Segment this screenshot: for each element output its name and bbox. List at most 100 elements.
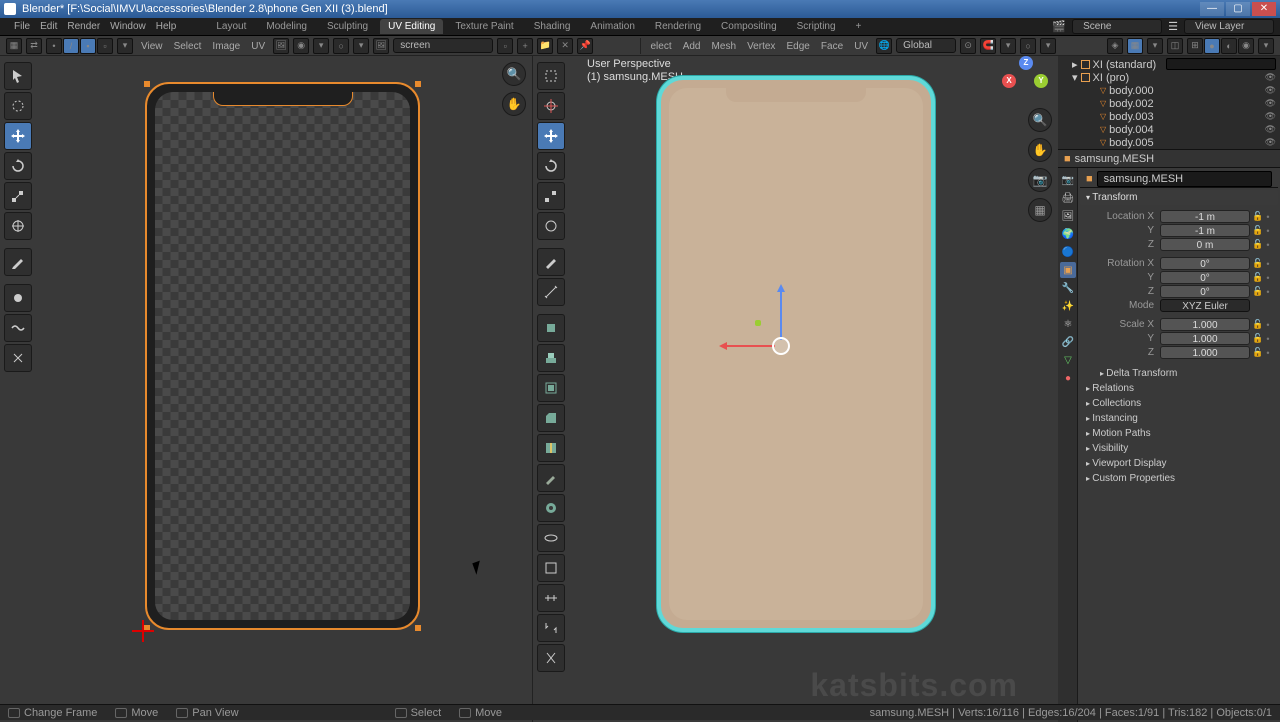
tool-move[interactable] [4, 122, 32, 150]
animate-dot-icon[interactable]: • [1264, 334, 1272, 344]
prop-edit-icon[interactable]: ○ [1020, 38, 1036, 54]
uv-vert-select-icon[interactable]: • [46, 38, 62, 54]
v3d-menu-uv[interactable]: UV [854, 41, 868, 52]
menu-window[interactable]: Window [110, 21, 146, 32]
subpanel-collections[interactable]: Collections [1080, 396, 1278, 411]
ptab-modifier-icon[interactable]: 🔧 [1060, 280, 1076, 296]
uv-edge-select-icon[interactable]: / [63, 38, 79, 54]
tool-relax[interactable] [4, 314, 32, 342]
tab-scripting[interactable]: Scripting [789, 19, 844, 34]
tool-annotate-3d[interactable] [537, 248, 565, 276]
tab-shading[interactable]: Shading [526, 19, 579, 34]
orientation-icon[interactable]: 🌐 [876, 38, 892, 54]
camera-view-icon[interactable]: 📷 [1028, 168, 1052, 192]
ptab-object-icon[interactable]: ▣ [1060, 262, 1076, 278]
tool-knife[interactable] [537, 464, 565, 492]
subpanel-delta-transform[interactable]: Delta Transform [1080, 366, 1278, 381]
lock-icon[interactable]: 🔓 [1252, 347, 1262, 358]
tab-sculpting[interactable]: Sculpting [319, 19, 376, 34]
subpanel-motion-paths[interactable]: Motion Paths [1080, 426, 1278, 441]
object-name-field[interactable]: samsung.MESH [1097, 171, 1272, 187]
field-rot-y[interactable]: 0° [1160, 271, 1250, 284]
lock-icon[interactable]: 🔓 [1252, 211, 1262, 222]
uv-face-select-icon[interactable]: ▪ [80, 38, 96, 54]
tool-rotate-3d[interactable] [537, 152, 565, 180]
overlay-toggle-icon[interactable]: ▦ [1127, 38, 1143, 54]
shading-wire-icon[interactable]: ⊞ [1187, 38, 1203, 54]
field-scale-x[interactable]: 1.000 [1160, 318, 1250, 331]
tool-cursor[interactable] [4, 62, 32, 90]
image-link-icon[interactable]: 🖼 [373, 38, 389, 54]
scene-name-field[interactable]: Scene [1072, 19, 1162, 34]
field-rot-z[interactable]: 0° [1160, 285, 1250, 298]
tool-select-circle[interactable] [4, 92, 32, 120]
lock-icon[interactable]: 🔓 [1252, 286, 1262, 297]
uv-pan-icon[interactable]: ✋ [502, 92, 526, 116]
tool-measure[interactable] [537, 278, 565, 306]
animate-dot-icon[interactable]: • [1264, 320, 1272, 330]
image-users-icon[interactable]: ▫ [497, 38, 513, 54]
outliner-item-mesh[interactable]: ▽body.000👁 [1062, 84, 1276, 97]
orientation-field[interactable]: Global [896, 38, 956, 53]
panel-header-transform[interactable]: Transform [1080, 190, 1278, 205]
menu-render[interactable]: Render [67, 21, 100, 32]
image-pin-icon[interactable]: 📌 [577, 38, 593, 54]
menu-help[interactable]: Help [156, 21, 177, 32]
subpanel-viewport-display[interactable]: Viewport Display [1080, 456, 1278, 471]
animate-dot-icon[interactable]: • [1264, 348, 1272, 358]
gizmo-vis-icon[interactable]: ◈ [1107, 38, 1123, 54]
ptab-output-icon[interactable]: 🖨 [1060, 190, 1076, 206]
tab-texture-paint[interactable]: Texture Paint [447, 19, 521, 34]
editor-type-uv-icon[interactable]: ▦ [6, 38, 22, 54]
tool-rotate[interactable] [4, 152, 32, 180]
field-scale-y[interactable]: 1.000 [1160, 332, 1250, 345]
tool-smooth[interactable] [537, 554, 565, 582]
visibility-toggle-icon[interactable]: 👁 [1265, 85, 1276, 96]
tab-add[interactable]: + [848, 19, 870, 34]
nav-gizmo[interactable]: Z Y X [1006, 58, 1046, 98]
menu-edit[interactable]: Edit [40, 21, 57, 32]
v3d-menu-add[interactable]: Add [683, 41, 701, 52]
persp-ortho-icon[interactable]: ▦ [1028, 198, 1052, 222]
xray-icon[interactable]: ◫ [1167, 38, 1183, 54]
gizmo-center[interactable] [772, 337, 790, 355]
subpanel-instancing[interactable]: Instancing [1080, 411, 1278, 426]
subpanel-custom-properties[interactable]: Custom Properties [1080, 471, 1278, 486]
zoom-icon[interactable]: 🔍 [1028, 108, 1052, 132]
animate-dot-icon[interactable]: • [1264, 287, 1272, 297]
image-name-field[interactable]: screen [393, 38, 493, 53]
gizmo-x-axis[interactable] [721, 345, 775, 347]
uv-sticky-icon[interactable]: ▾ [117, 38, 133, 54]
ptab-constraint-icon[interactable]: 🔗 [1060, 334, 1076, 350]
lock-icon[interactable]: 🔓 [1252, 333, 1262, 344]
visibility-toggle-icon[interactable]: 👁 [1265, 98, 1276, 109]
uv-menu-image[interactable]: Image [212, 41, 240, 52]
visibility-toggle-icon[interactable]: 👁 [1265, 137, 1276, 148]
v3d-menu-select-cut[interactable]: elect [651, 41, 672, 52]
outliner-item-mesh[interactable]: ▽body.005👁 [1062, 136, 1276, 149]
snap-uv-icon[interactable]: ◉ [293, 38, 309, 54]
image-unlink-icon[interactable]: ✕ [557, 38, 573, 54]
prop-falloff-icon[interactable]: ▾ [1040, 38, 1056, 54]
tool-rip[interactable] [537, 644, 565, 672]
tab-animation[interactable]: Animation [582, 19, 642, 34]
field-rot-x[interactable]: 0° [1160, 257, 1250, 270]
tool-loopcut[interactable] [537, 434, 565, 462]
tool-scale[interactable] [4, 182, 32, 210]
maximize-button[interactable]: ▢ [1226, 2, 1250, 16]
gizmo-z-axis[interactable] [780, 286, 782, 340]
field-scale-z[interactable]: 1.000 [1160, 346, 1250, 359]
uv-sync-icon[interactable]: ⇄ [26, 38, 42, 54]
tab-uv-editing[interactable]: UV Editing [380, 19, 443, 34]
animate-dot-icon[interactable]: • [1264, 226, 1272, 236]
field-loc-y[interactable]: -1 m [1160, 224, 1250, 237]
tab-layout[interactable]: Layout [208, 19, 254, 34]
prop-falloff-uv-icon[interactable]: ▾ [353, 38, 369, 54]
uv-zoom-icon[interactable]: 🔍 [502, 62, 526, 86]
v3d-menu-face[interactable]: Face [821, 41, 843, 52]
animate-dot-icon[interactable]: • [1264, 273, 1272, 283]
image-open-icon[interactable]: 📁 [537, 38, 553, 54]
lock-icon[interactable]: 🔓 [1252, 225, 1262, 236]
overlay-dd-icon[interactable]: ▾ [1147, 38, 1163, 54]
viewlayer-icon[interactable]: ☰ [1168, 20, 1178, 33]
